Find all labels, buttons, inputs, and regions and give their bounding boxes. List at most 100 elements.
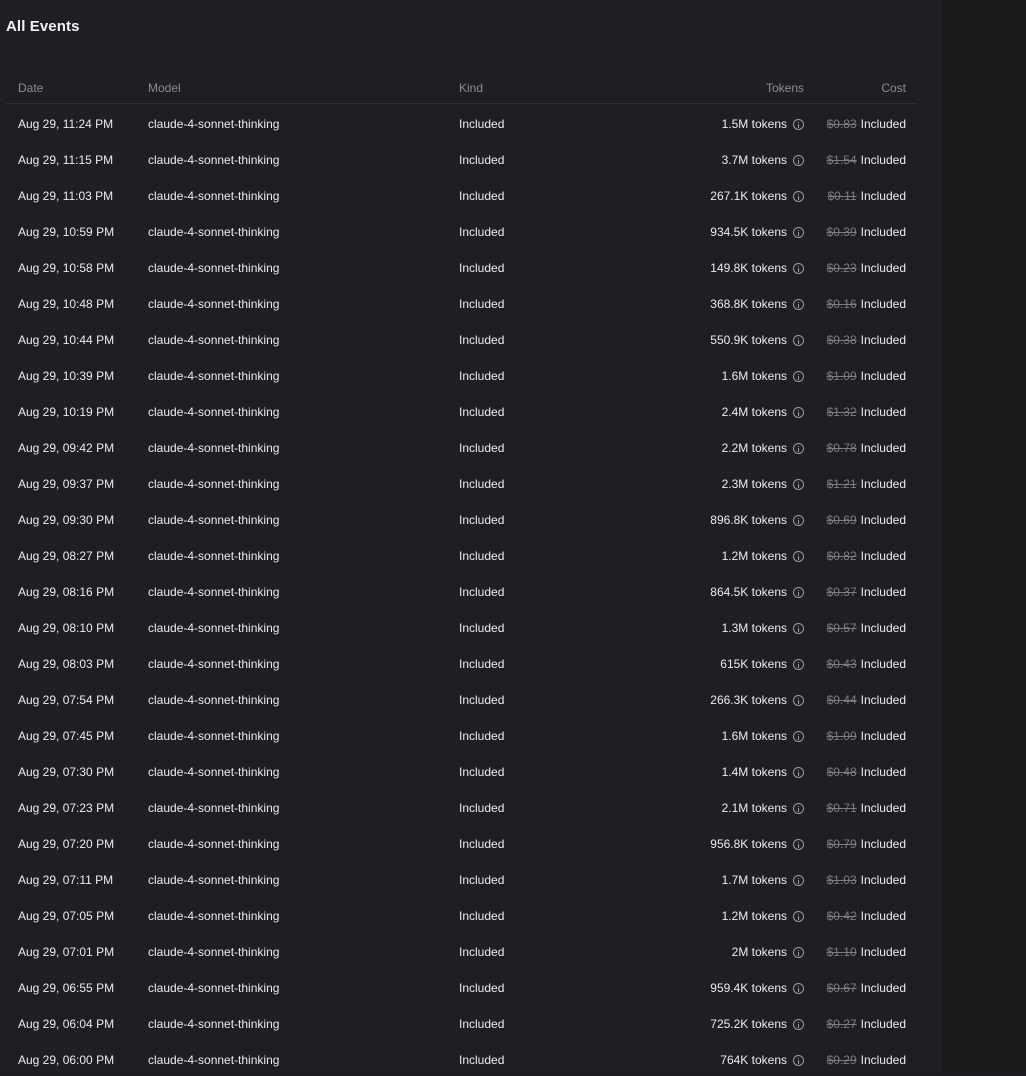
info-icon[interactable] xyxy=(793,730,804,742)
original-cost: $0.39 xyxy=(826,225,857,239)
info-icon[interactable] xyxy=(793,442,804,454)
token-count: 864.5K tokens xyxy=(710,585,787,599)
info-icon[interactable] xyxy=(793,838,804,850)
info-icon[interactable] xyxy=(793,298,804,310)
event-cost: $0.82 Included xyxy=(827,549,906,563)
table-row[interactable]: Aug 29, 11:15 PM claude-4-sonnet-thinking… xyxy=(6,140,918,176)
event-date: Aug 29, 08:03 PM xyxy=(18,657,115,671)
table-row[interactable]: Aug 29, 07:45 PM claude-4-sonnet-thinking… xyxy=(6,716,918,752)
table-row[interactable]: Aug 29, 09:42 PM claude-4-sonnet-thinking… xyxy=(6,428,918,464)
event-kind: Included xyxy=(459,513,505,527)
cost-included-label: Included xyxy=(860,549,906,563)
cost-included-label: Included xyxy=(860,189,906,203)
info-icon[interactable] xyxy=(793,478,804,490)
table-row[interactable]: Aug 29, 07:30 PM claude-4-sonnet-thinking… xyxy=(6,752,918,788)
info-icon[interactable] xyxy=(793,694,804,706)
event-date: Aug 29, 07:45 PM xyxy=(18,729,115,743)
event-kind: Included xyxy=(459,945,505,959)
original-cost: $0.23 xyxy=(826,261,857,275)
info-icon[interactable] xyxy=(793,658,804,670)
info-icon[interactable] xyxy=(793,334,804,346)
token-count: 368.8K tokens xyxy=(710,297,787,311)
event-date: Aug 29, 06:55 PM xyxy=(18,981,115,995)
info-icon[interactable] xyxy=(793,1054,804,1066)
event-date: Aug 29, 07:23 PM xyxy=(18,801,115,815)
info-icon[interactable] xyxy=(793,586,804,598)
table-row[interactable]: Aug 29, 07:54 PM claude-4-sonnet-thinking… xyxy=(6,680,918,716)
event-cost: $0.83 Included xyxy=(827,117,906,131)
event-kind: Included xyxy=(459,909,505,923)
event-kind: Included xyxy=(459,585,505,599)
table-row[interactable]: Aug 29, 07:11 PM claude-4-sonnet-thinking… xyxy=(6,860,918,896)
event-cost: $1.10 Included xyxy=(827,945,906,959)
event-date: Aug 29, 07:01 PM xyxy=(18,945,115,959)
event-date: Aug 29, 08:16 PM xyxy=(18,585,115,599)
event-kind: Included xyxy=(459,405,505,419)
event-tokens: 1.5M tokens xyxy=(722,117,804,131)
table-row[interactable]: Aug 29, 06:00 PM claude-4-sonnet-thinking… xyxy=(6,1040,918,1076)
event-tokens: 725.2K tokens xyxy=(710,1017,804,1031)
event-model: claude-4-sonnet-thinking xyxy=(148,225,280,239)
column-header-cost: Cost xyxy=(881,81,906,95)
token-count: 266.3K tokens xyxy=(710,693,787,707)
info-icon[interactable] xyxy=(793,946,804,958)
event-model: claude-4-sonnet-thinking xyxy=(148,153,280,167)
table-row[interactable]: Aug 29, 08:27 PM claude-4-sonnet-thinking… xyxy=(6,536,918,572)
info-icon[interactable] xyxy=(793,910,804,922)
table-row[interactable]: Aug 29, 10:39 PM claude-4-sonnet-thinking… xyxy=(6,356,918,392)
table-row[interactable]: Aug 29, 07:05 PM claude-4-sonnet-thinking… xyxy=(6,896,918,932)
event-date: Aug 29, 07:30 PM xyxy=(18,765,115,779)
table-row[interactable]: Aug 29, 08:03 PM claude-4-sonnet-thinking… xyxy=(6,644,918,680)
right-gutter xyxy=(942,0,1026,1074)
info-icon[interactable] xyxy=(793,154,804,166)
table-row[interactable]: Aug 29, 09:37 PM claude-4-sonnet-thinking… xyxy=(6,464,918,500)
original-cost: $0.16 xyxy=(826,297,857,311)
event-cost: $0.57 Included xyxy=(827,621,906,635)
table-row[interactable]: Aug 29, 10:48 PM claude-4-sonnet-thinking… xyxy=(6,284,918,320)
info-icon[interactable] xyxy=(793,370,804,382)
table-row[interactable]: Aug 29, 10:59 PM claude-4-sonnet-thinking… xyxy=(6,212,918,248)
info-icon[interactable] xyxy=(793,118,804,130)
event-cost: $0.79 Included xyxy=(827,837,906,851)
event-kind: Included xyxy=(459,729,505,743)
table-row[interactable]: Aug 29, 10:19 PM claude-4-sonnet-thinking… xyxy=(6,392,918,428)
table-row[interactable]: Aug 29, 08:16 PM claude-4-sonnet-thinking… xyxy=(6,572,918,608)
original-cost: $1.03 xyxy=(826,873,857,887)
event-model: claude-4-sonnet-thinking xyxy=(148,261,280,275)
info-icon[interactable] xyxy=(793,874,804,886)
info-icon[interactable] xyxy=(793,514,804,526)
token-count: 956.8K tokens xyxy=(710,837,787,851)
info-icon[interactable] xyxy=(793,1018,804,1030)
event-tokens: 934.5K tokens xyxy=(710,225,804,239)
table-row[interactable]: Aug 29, 07:20 PM claude-4-sonnet-thinking… xyxy=(6,824,918,860)
table-row[interactable]: Aug 29, 10:44 PM claude-4-sonnet-thinking… xyxy=(6,320,918,356)
event-date: Aug 29, 09:37 PM xyxy=(18,477,115,491)
info-icon[interactable] xyxy=(793,622,804,634)
info-icon[interactable] xyxy=(793,802,804,814)
event-date: Aug 29, 11:15 PM xyxy=(18,153,114,167)
original-cost: $0.11 xyxy=(827,189,857,203)
table-row[interactable]: Aug 29, 11:03 PM claude-4-sonnet-thinking… xyxy=(6,176,918,212)
info-icon[interactable] xyxy=(793,262,804,274)
info-icon[interactable] xyxy=(793,190,804,202)
cost-included-label: Included xyxy=(860,405,906,419)
info-icon[interactable] xyxy=(793,406,804,418)
table-row[interactable]: Aug 29, 08:10 PM claude-4-sonnet-thinking… xyxy=(6,608,918,644)
event-tokens: 2.3M tokens xyxy=(722,477,804,491)
event-model: claude-4-sonnet-thinking xyxy=(148,981,280,995)
table-row[interactable]: Aug 29, 06:55 PM claude-4-sonnet-thinking… xyxy=(6,968,918,1004)
table-row[interactable]: Aug 29, 07:01 PM claude-4-sonnet-thinking… xyxy=(6,932,918,968)
info-icon[interactable] xyxy=(793,226,804,238)
event-kind: Included xyxy=(459,441,505,455)
original-cost: $1.09 xyxy=(826,369,857,383)
table-row[interactable]: Aug 29, 10:58 PM claude-4-sonnet-thinking… xyxy=(6,248,918,284)
table-row[interactable]: Aug 29, 07:23 PM claude-4-sonnet-thinking… xyxy=(6,788,918,824)
info-icon[interactable] xyxy=(793,766,804,778)
table-row[interactable]: Aug 29, 11:24 PM claude-4-sonnet-thinking… xyxy=(6,104,918,140)
info-icon[interactable] xyxy=(793,982,804,994)
event-date: Aug 29, 11:24 PM xyxy=(18,117,114,131)
original-cost: $0.83 xyxy=(826,117,857,131)
info-icon[interactable] xyxy=(793,550,804,562)
table-row[interactable]: Aug 29, 06:04 PM claude-4-sonnet-thinking… xyxy=(6,1004,918,1040)
table-row[interactable]: Aug 29, 09:30 PM claude-4-sonnet-thinking… xyxy=(6,500,918,536)
